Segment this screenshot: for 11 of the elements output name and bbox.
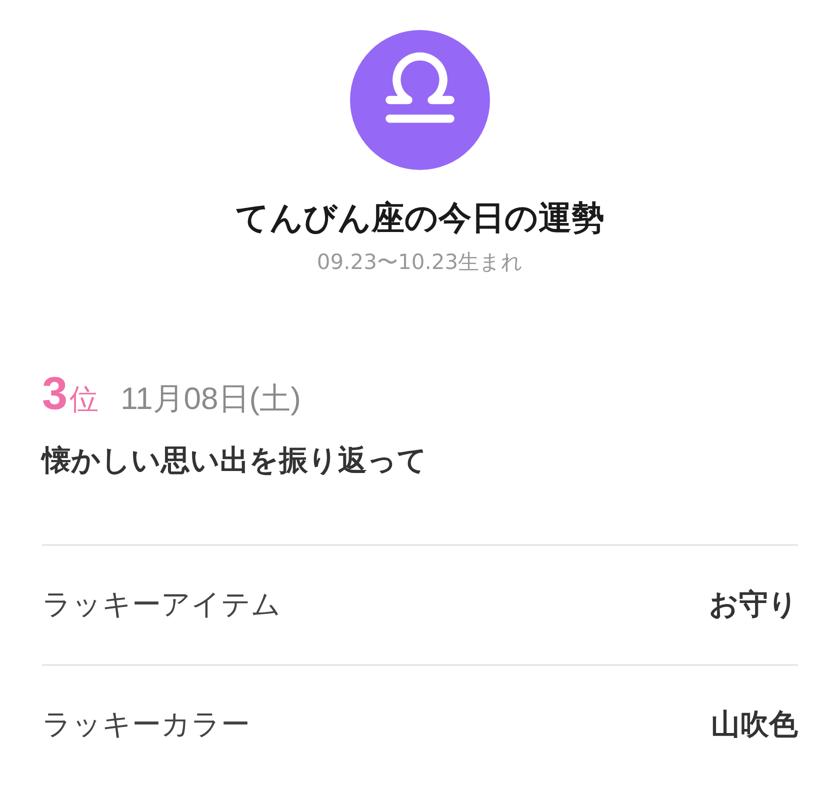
lucky-label: ラッキーアイテム <box>42 586 281 623</box>
fortune-title: てんびん座の今日の運勢 <box>236 197 604 239</box>
fortune-message: 懐かしい思い出を振り返って <box>42 440 798 546</box>
lucky-label: ラッキーカラー <box>42 706 250 743</box>
libra-icon <box>386 52 454 123</box>
rank-suffix: 位 <box>70 381 99 418</box>
lucky-value: お守り <box>709 586 798 623</box>
fortune-date: 11月08日(土) <box>120 380 301 418</box>
lucky-value: 山吹色 <box>711 706 798 743</box>
birth-period: 09.23〜10.23生まれ <box>316 249 524 276</box>
rank-number: 3 <box>42 366 68 420</box>
